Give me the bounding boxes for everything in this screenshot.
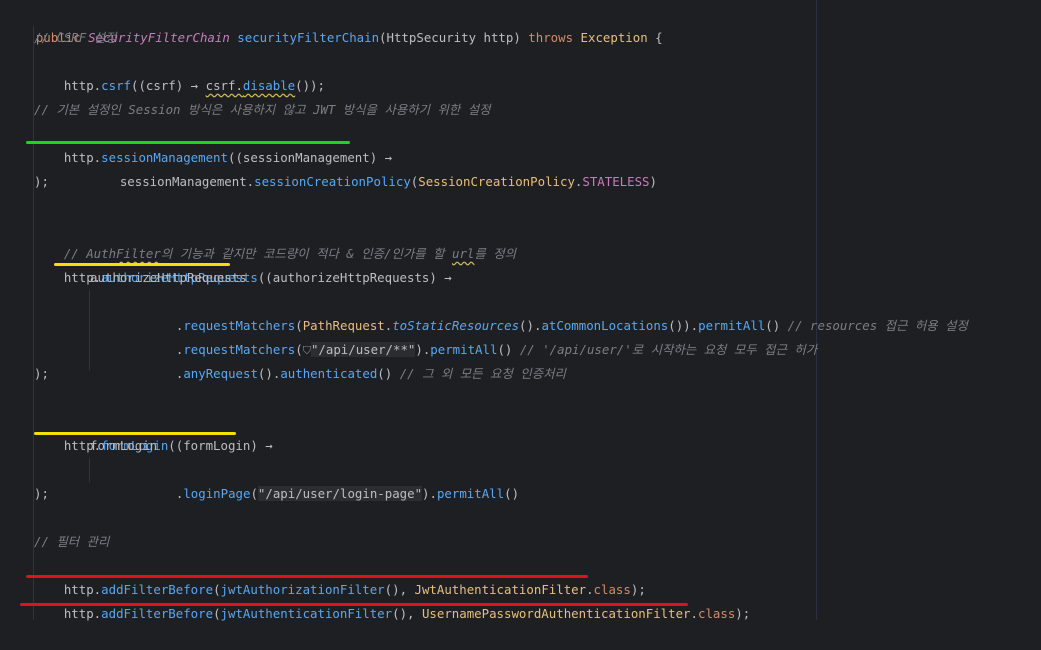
code-line-form-login-var[interactable]: formLogin [90, 434, 157, 458]
code-text: ((authorizeHttpRequests) → [257, 270, 452, 285]
code-comment[interactable]: // AuthFilter의 기능과 같지만 코드량이 적다 & 인증/인가를 … [34, 218, 516, 261]
code-line-form-login[interactable]: http.formLogin((formLogin) → [34, 410, 273, 453]
code-text: ). [422, 486, 437, 501]
code-comment[interactable]: // 필터 관리 [34, 530, 109, 554]
inline-comment: // 그 외 모든 요청 인증처리 [399, 366, 566, 381]
param-type: HttpSecurity [386, 30, 477, 45]
enum-constant: STATELESS [582, 174, 650, 189]
code-text: ) [649, 174, 657, 189]
code-line-close[interactable]: ); [34, 482, 49, 506]
code-line-close[interactable]: ); [34, 170, 49, 194]
code-text: ((formLogin) → [168, 438, 273, 453]
code-text: (), [392, 606, 422, 621]
keyword-throws: throws [528, 30, 574, 45]
code-text: http. [63, 78, 102, 93]
code-line-csrf[interactable]: http.csrf((csrf) → csrf.disable()); [34, 50, 325, 93]
code-comment[interactable]: // CSRF 설정 [34, 26, 116, 50]
code-line-close[interactable]: ); [34, 362, 49, 386]
code-line-static-resources[interactable]: .requestMatchers(PathRequest.toStaticRes… [146, 290, 968, 333]
class-name: UsernamePasswordAuthenticationFilter [421, 606, 691, 621]
brace: { [655, 30, 663, 45]
class-name: SessionCreationPolicy [418, 174, 575, 189]
code-line-add-filter-2[interactable]: http.addFilterBefore(jwtAuthenticationFi… [34, 578, 750, 621]
method-call: permitAll [436, 486, 505, 501]
code-text: (). [257, 366, 281, 381]
code-line-authorize-var[interactable]: authorizeHttpRequests [90, 266, 247, 290]
code-comment[interactable]: // 기본 설정인 Session 방식은 사용하지 않고 JWT 방식을 사용… [34, 98, 491, 122]
method-name: securityFilterChain [237, 30, 380, 45]
code-line-login-page[interactable]: .loginPage("/api/user/login-page").permi… [146, 458, 519, 501]
indent-guide [89, 290, 90, 370]
code-text: ); [735, 606, 751, 621]
code-text: csrf. [205, 78, 243, 93]
method-call: sessionCreationPolicy [254, 174, 411, 189]
code-line-session-policy[interactable]: sessionManagement.sessionCreationPolicy(… [90, 146, 657, 189]
code-text: http. [63, 606, 102, 621]
method-call: anyRequest [183, 366, 258, 381]
param-name: http [483, 30, 514, 45]
code-text: . [690, 606, 698, 621]
code-line-method-signature[interactable]: public SecurityFilterChain securityFilte… [6, 2, 663, 45]
punctuation: ( [379, 30, 387, 45]
keyword: class [697, 606, 736, 621]
code-text: sessionManagement. [119, 174, 255, 189]
indent-guide [89, 458, 90, 482]
code-text: ( [250, 486, 258, 501]
code-line-any-request[interactable]: .anyRequest().authenticated() // 그 외 모든 … [146, 338, 566, 381]
exception-type: Exception [580, 30, 648, 45]
code-line-api-user[interactable]: .requestMatchers(⛉"/api/user/**").permit… [146, 314, 817, 357]
comment-text: 를 정의 [474, 246, 517, 261]
method-call: disable [242, 78, 296, 93]
method-call: addFilterBefore [101, 606, 214, 621]
method-call: csrf [101, 78, 131, 93]
code-text: ()); [295, 78, 325, 93]
red-underline-annotation [20, 603, 688, 606]
comment-text: url [452, 246, 475, 261]
green-underline-annotation [26, 141, 350, 144]
method-call: jwtAuthenticationFilter [220, 606, 393, 621]
code-text: () [377, 366, 400, 381]
method-call: authenticated [280, 366, 378, 381]
code-editor[interactable]: public SecurityFilterChain securityFilte… [0, 0, 1041, 621]
code-text: () [504, 486, 520, 501]
string-literal: "/api/user/login-page" [257, 486, 423, 501]
code-text: ((csrf) → [131, 78, 206, 93]
method-call: loginPage [183, 486, 251, 501]
code-text: ( [213, 606, 221, 621]
